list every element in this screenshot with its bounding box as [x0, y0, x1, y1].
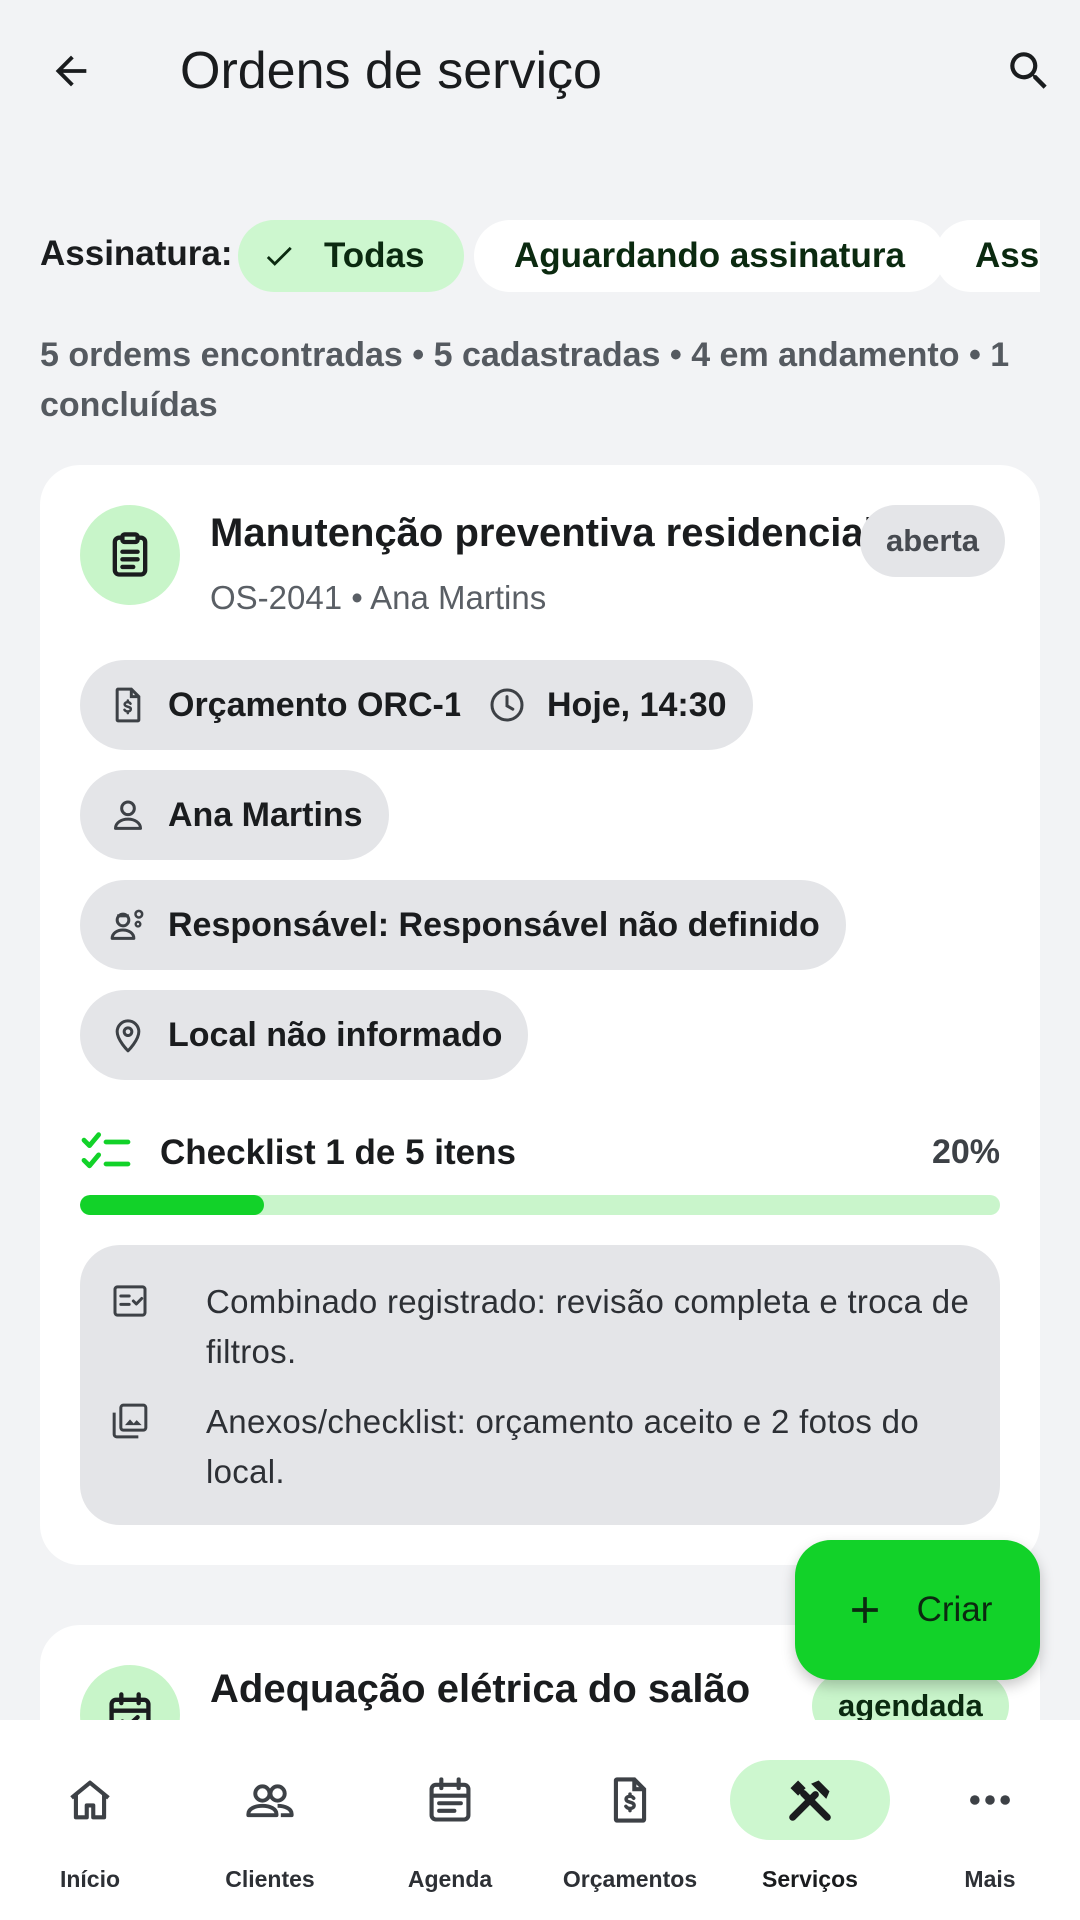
checklist-icon: [81, 1132, 131, 1169]
page-title: Ordens de serviço: [180, 42, 602, 100]
order-title: Manutenção preventiva residencial: [210, 511, 875, 555]
checklist-percent: 20%: [931, 1133, 1000, 1171]
calendar-icon: [429, 1777, 471, 1822]
status-badge: aberta: [860, 505, 1006, 577]
more-icon: [970, 1795, 1010, 1805]
filter-chip-todas[interactable]: Todas: [238, 220, 465, 292]
client-chip[interactable]: Ana Martins: [80, 770, 389, 860]
attachments-text: Anexos/checklist: orçamento aceito e 2 f…: [206, 1403, 919, 1490]
create-button-label: Criar: [916, 1590, 993, 1629]
order-card[interactable]: Manutenção preventiva residencial OS-204…: [40, 465, 1040, 1565]
nav-label: Serviços: [762, 1866, 858, 1892]
nav-label: Orçamentos: [562, 1866, 698, 1892]
order-notes: Combinado registrado: revisão completa e…: [80, 1245, 1000, 1525]
plus-icon: [851, 1597, 878, 1623]
checklist-summary[interactable]: Checklist 1 de 5 itens 20%: [80, 1125, 1000, 1185]
responsible-chip[interactable]: Responsável: Responsável não definido: [80, 880, 846, 970]
app-bar: Ordens de serviço: [0, 0, 1080, 140]
engineer-icon: [110, 909, 144, 940]
order-subtitle: OS-2041 • Ana Martins: [210, 579, 547, 616]
tools-icon: [789, 1780, 831, 1821]
filter-chip-aguardando[interactable]: Aguardando assinatura: [474, 220, 945, 292]
location-pin-icon: [115, 1019, 141, 1053]
chip-label: Aguardando assinatura: [514, 236, 905, 275]
bottom-navigation: Início Clientes Agenda Orçamentos Serviç…: [0, 1720, 1080, 1920]
nav-item-orcamentos[interactable]: Orçamentos: [540, 1760, 720, 1900]
signature-filter-row: Assinatura: Todas Aguardando assinatura …: [0, 218, 1040, 294]
location-chip[interactable]: Local não informado: [80, 990, 529, 1080]
nav-item-servicos[interactable]: Serviços: [720, 1760, 900, 1900]
schedule-chip[interactable]: Hoje, 14:30: [459, 660, 753, 750]
filter-chip-assinadas[interactable]: Assinadas: [935, 220, 1040, 292]
progress-fill: [80, 1195, 264, 1215]
search-icon[interactable]: [998, 40, 1060, 102]
nav-label: Agenda: [407, 1866, 493, 1892]
client-label: Ana Martins: [168, 795, 363, 834]
nav-label: Mais: [964, 1866, 1016, 1892]
order-title: Adequação elétrica do salão: [210, 1667, 751, 1711]
home-icon: [70, 1780, 110, 1820]
location-label: Local não informado: [168, 1015, 503, 1054]
agreement-text: Combinado registrado: revisão completa e…: [206, 1283, 970, 1370]
checklist-progress-bar: [80, 1195, 1000, 1215]
person-icon: [114, 800, 142, 830]
photo-library-icon: [112, 1403, 148, 1439]
check-icon: [266, 246, 292, 266]
responsible-label: Responsável: Responsável não definido: [168, 905, 820, 944]
people-icon: [246, 1784, 294, 1818]
arrow-left-icon[interactable]: [40, 40, 102, 102]
chip-label: Todas: [324, 236, 425, 275]
chip-label: Assinadas: [975, 236, 1040, 275]
nav-item-agenda[interactable]: Agenda: [360, 1760, 540, 1900]
filter-label: Assinatura:: [40, 234, 233, 273]
nav-item-inicio[interactable]: Início: [0, 1760, 180, 1900]
checked-list-icon: [113, 1285, 147, 1317]
schedule-label: Hoje, 14:30: [547, 685, 727, 724]
create-button[interactable]: Criar: [795, 1540, 1040, 1680]
nav-label: Clientes: [225, 1866, 315, 1892]
invoice-icon: [613, 1777, 647, 1823]
results-summary: 5 ordems encontradas • 5 cadastradas • 4…: [40, 336, 1010, 424]
invoice-icon: [115, 687, 141, 723]
checklist-label: Checklist 1 de 5 itens: [160, 1133, 516, 1172]
clipboard-icon: [80, 505, 180, 605]
nav-item-clientes[interactable]: Clientes: [180, 1760, 360, 1900]
nav-item-mais[interactable]: Mais: [900, 1760, 1080, 1900]
clock-icon: [490, 688, 524, 722]
nav-label: Início: [59, 1866, 121, 1892]
